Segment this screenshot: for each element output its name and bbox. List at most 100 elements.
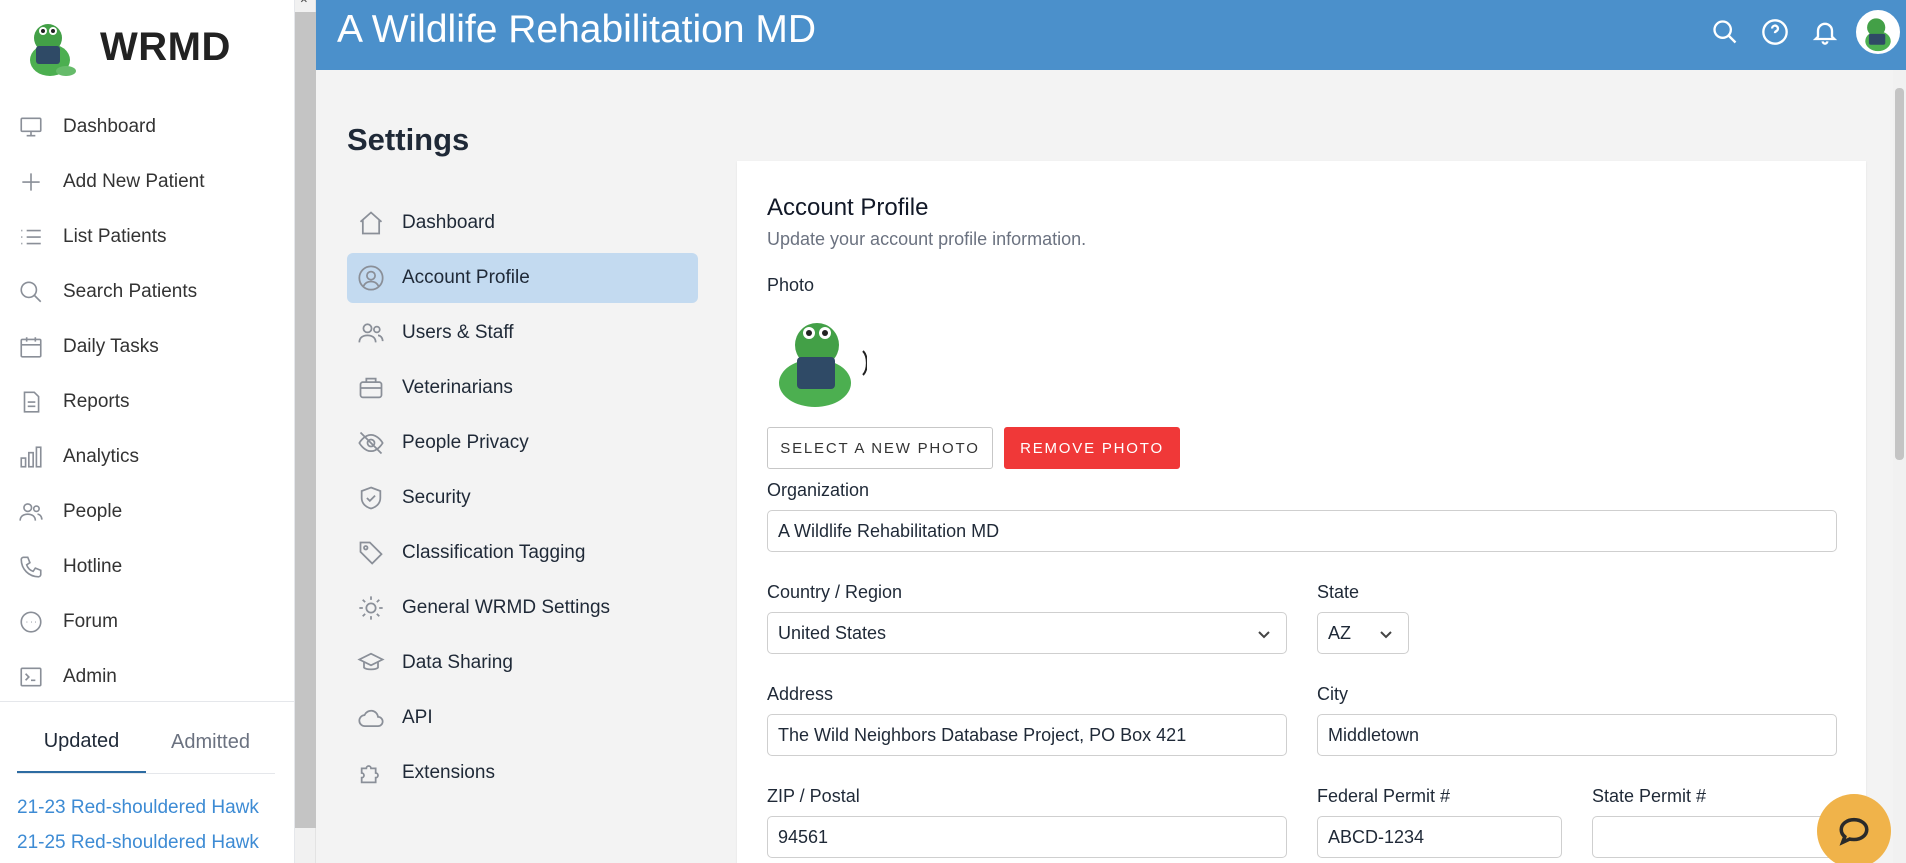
nav-item-forum[interactable]: Forum	[0, 594, 295, 649]
search-icon	[20, 280, 42, 302]
nav-item-list-patients[interactable]: List Patients	[0, 209, 295, 264]
tag-icon	[359, 541, 383, 565]
nav-label: Dashboard	[63, 115, 156, 137]
nav-label: Forum	[63, 610, 118, 632]
state-permit-label: State Permit #	[1592, 786, 1707, 806]
settings-nav-label: General WRMD Settings	[402, 597, 611, 618]
chat-icon	[20, 610, 42, 633]
main-scrollbar[interactable]	[1893, 70, 1906, 863]
profile-photo	[779, 323, 867, 407]
state-label: State	[1317, 582, 1360, 602]
chat-bubble-icon	[1839, 817, 1869, 846]
users-icon	[358, 323, 384, 343]
puzzle-icon	[360, 765, 379, 784]
settings-nav-label: Extensions	[402, 762, 495, 783]
list-icon	[21, 229, 41, 244]
organization-field[interactable]: A Wildlife Rehabilitation MD	[767, 510, 1837, 552]
tab-updated[interactable]: Updated	[17, 712, 146, 773]
settings-nav-label: Data Sharing	[402, 652, 513, 673]
city-field[interactable]: Middletown	[1317, 714, 1837, 756]
bar-chart-icon	[20, 445, 42, 468]
country-label: Country / Region	[767, 582, 903, 602]
academic-cap-icon	[357, 652, 385, 671]
help-icon[interactable]	[1761, 18, 1789, 46]
people-icon	[19, 502, 43, 521]
recent-patient-link[interactable]: 21-25 Red-shouldered Hawk	[17, 825, 275, 860]
nav-item-daily-tasks[interactable]: Daily Tasks	[0, 319, 295, 374]
nav-label: Search Patients	[63, 280, 198, 302]
home-icon	[359, 211, 383, 235]
zip-field[interactable]: 94561	[767, 816, 1287, 858]
main-content: Settings Dashboard Account Profile Users…	[316, 70, 1906, 863]
nav-item-add-new-patient[interactable]: Add New Patient	[0, 154, 295, 209]
settings-nav-dashboard[interactable]: Dashboard	[347, 198, 698, 248]
sidebar-scrollbar[interactable]: ⌃	[295, 0, 316, 863]
settings-nav-classification-tagging[interactable]: Classification Tagging	[347, 528, 698, 578]
settings-nav-veterinarians[interactable]: Veterinarians	[347, 363, 698, 413]
user-circle-icon	[358, 265, 384, 291]
phone-icon	[20, 555, 42, 578]
remove-photo-button[interactable]: REMOVE PHOTO	[1004, 427, 1180, 469]
card-title: Account Profile	[767, 194, 929, 221]
nav-item-people[interactable]: People	[0, 484, 295, 539]
nav-label: List Patients	[63, 225, 167, 247]
eye-off-icon	[358, 431, 384, 455]
nav-label: Admin	[63, 665, 117, 687]
settings-nav-extensions[interactable]: Extensions	[347, 748, 698, 798]
nav-item-dashboard[interactable]: Dashboard	[0, 99, 295, 154]
photo-label: Photo	[767, 275, 815, 295]
nav-label: Reports	[63, 390, 130, 412]
settings-nav-security[interactable]: Security	[347, 473, 698, 523]
main-nav: Dashboard Add New Patient List Patients …	[0, 99, 295, 704]
settings-nav: Dashboard Account Profile Users & Staff …	[347, 198, 698, 803]
cloud-icon	[358, 709, 384, 728]
bell-icon[interactable]	[1811, 18, 1839, 46]
state-value: AZ	[1328, 622, 1352, 643]
recent-patient-link[interactable]: 21-23 Red-shouldered Hawk	[17, 790, 275, 825]
state-select[interactable]: AZ	[1317, 612, 1409, 654]
search-icon[interactable]	[1711, 18, 1739, 46]
card-subtitle: Update your account profile information.	[767, 229, 1087, 249]
nav-label: People	[63, 500, 123, 522]
city-label: City	[1317, 684, 1348, 704]
nav-item-analytics[interactable]: Analytics	[0, 429, 295, 484]
divider	[0, 701, 295, 702]
settings-nav-label: Account Profile	[402, 267, 530, 288]
scrollbar-thumb[interactable]	[295, 12, 316, 828]
settings-nav-label: Users & Staff	[402, 322, 514, 343]
settings-nav-users-staff[interactable]: Users & Staff	[347, 308, 698, 358]
plus-icon	[22, 172, 40, 191]
country-select[interactable]: United States	[767, 612, 1287, 654]
settings-nav-people-privacy[interactable]: People Privacy	[347, 418, 698, 468]
settings-nav-label: Security	[402, 487, 471, 508]
nav-item-hotline[interactable]: Hotline	[0, 539, 295, 594]
chevron-down-icon	[1378, 626, 1394, 642]
top-header: A Wildlife Rehabilitation MD	[316, 0, 1906, 70]
brand[interactable]: WRMD	[22, 14, 231, 80]
address-field[interactable]: The Wild Neighbors Database Project, PO …	[767, 714, 1287, 756]
support-chat-button[interactable]	[1817, 794, 1891, 863]
user-avatar[interactable]	[1856, 10, 1900, 54]
scrollbar-thumb[interactable]	[1895, 88, 1904, 460]
nav-item-reports[interactable]: Reports	[0, 374, 295, 429]
nav-item-search-patients[interactable]: Search Patients	[0, 264, 295, 319]
frog-mascot-logo	[30, 24, 76, 76]
nav-label: Add New Patient	[63, 170, 205, 192]
calendar-icon	[20, 336, 42, 358]
settings-nav-general-wrmd-settings[interactable]: General WRMD Settings	[347, 583, 698, 633]
settings-nav-data-sharing[interactable]: Data Sharing	[347, 638, 698, 688]
shield-icon	[360, 486, 382, 510]
address-label: Address	[767, 684, 834, 704]
zip-label: ZIP / Postal	[767, 786, 860, 806]
settings-nav-account-profile[interactable]: Account Profile	[347, 253, 698, 303]
tab-admitted[interactable]: Admitted	[146, 712, 275, 773]
select-photo-button[interactable]: SELECT A NEW PHOTO	[767, 427, 993, 469]
app-sidebar: WRMD Dashboard Add New Patient List Pati…	[0, 0, 295, 863]
chevron-down-icon	[1256, 626, 1272, 642]
nav-item-admin[interactable]: Admin	[0, 649, 295, 704]
settings-nav-api[interactable]: API	[347, 693, 698, 743]
recent-patients-list: 21-23 Red-shouldered Hawk 21-25 Red-shou…	[17, 790, 275, 860]
federal-permit-field[interactable]: ABCD-1234	[1317, 816, 1562, 858]
organization-label: Organization	[767, 480, 870, 500]
state-permit-field[interactable]	[1592, 816, 1837, 858]
